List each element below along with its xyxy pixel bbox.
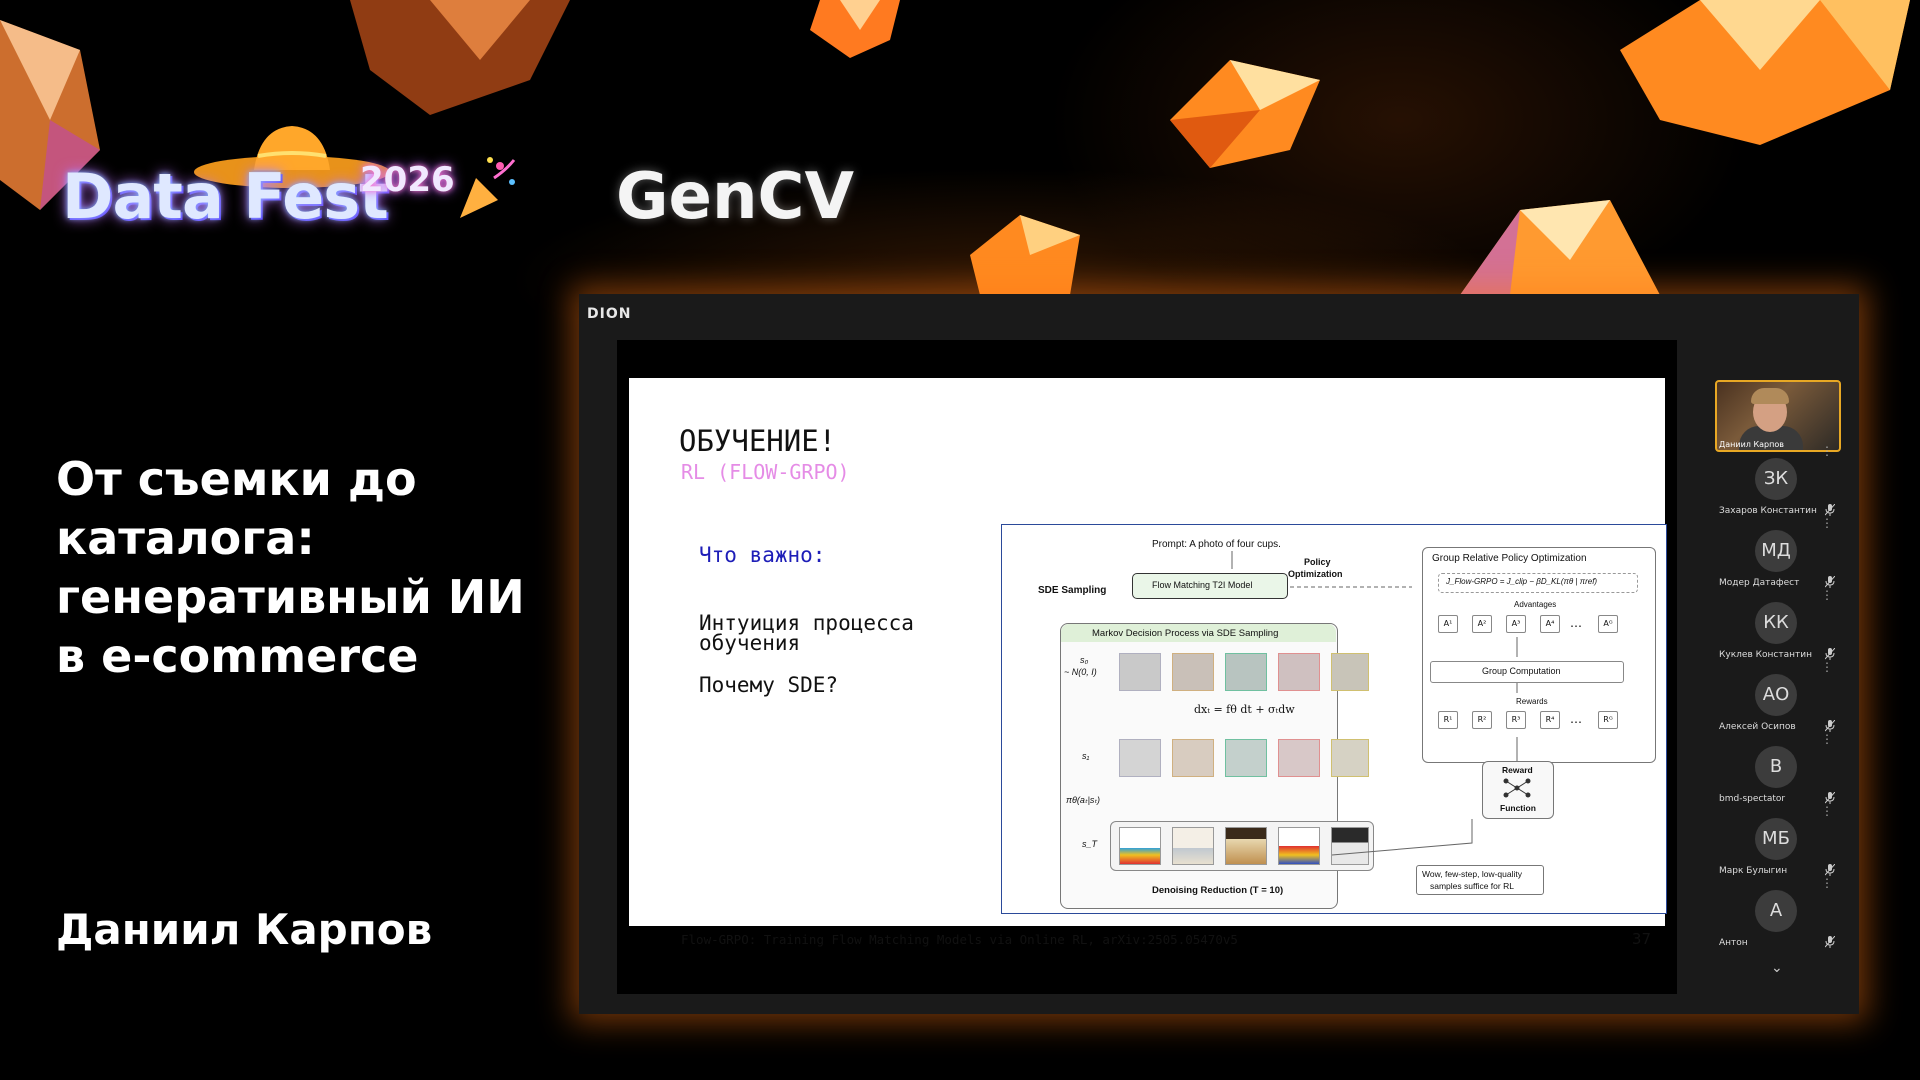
track-name: GenCV [616, 160, 854, 234]
slide-subtitle: RL (FLOW-GRPO) [681, 460, 850, 484]
more-options-icon[interactable]: ⋮ [1821, 732, 1833, 746]
participant-tile[interactable]: ⋮ МД Модер Датафест [1713, 516, 1843, 596]
crystal-decoration-3 [810, 0, 900, 58]
participant-name: Марк Булыгин [1719, 866, 1788, 876]
participant-tile[interactable]: ⋮ КК Куклев Константин [1713, 588, 1843, 668]
more-options-icon[interactable]: ⋮ [1821, 444, 1833, 458]
mic-muted-icon [1825, 720, 1835, 732]
participant-tile[interactable]: ⋮ А Антон [1713, 876, 1843, 956]
more-options-icon[interactable]: ⋮ [1821, 876, 1833, 890]
participant-name: Куклев Константин [1719, 650, 1812, 660]
avatar: КК [1755, 602, 1797, 644]
dion-logo: DION [587, 306, 632, 322]
avatar: В [1755, 746, 1797, 788]
avatar: МБ [1755, 818, 1797, 860]
avatar: А [1755, 890, 1797, 932]
mic-muted-icon [1825, 504, 1835, 516]
crystal-decoration-2 [350, 0, 570, 115]
mic-muted-icon [1825, 864, 1835, 876]
crystal-decoration-7 [1620, 0, 1910, 145]
mic-muted-icon [1825, 936, 1835, 948]
more-options-icon[interactable]: ⋮ [1821, 804, 1833, 818]
mic-muted-icon [1825, 576, 1835, 588]
avatar: ЗК [1755, 458, 1797, 500]
mic-muted-icon [1825, 792, 1835, 804]
participant-tile[interactable]: ⋮ В bmd-spectator [1713, 732, 1843, 812]
fig-connector-arrows [1231, 551, 1518, 856]
more-options-icon[interactable]: ⋮ [1821, 588, 1833, 602]
avatar: МД [1755, 530, 1797, 572]
self-video-name: Даниил Карпов [1719, 440, 1784, 449]
participant-name: bmd-spectator [1719, 794, 1786, 804]
participant-tile[interactable]: ⋮ ЗК Захаров Константин [1713, 444, 1843, 524]
slide-important-label: Что важно: [699, 543, 826, 567]
slide-bullet-2: Почему SDE? [699, 673, 839, 697]
mic-muted-icon [1825, 648, 1835, 660]
slide-page-number: 37 [1631, 930, 1651, 948]
more-options-icon[interactable]: ⋮ [1821, 516, 1833, 530]
data-fest-logo: Data Fest 2026 [62, 120, 532, 240]
slide-bullet-1: Интуиция процесса обучения [699, 611, 914, 655]
presentation-slide: ОБУЧЕНИЕ! RL (FLOW-GRPO) Что важно: Инту… [629, 378, 1667, 948]
participant-tile[interactable]: ⋮ АО Алексей Осипов [1713, 660, 1843, 740]
speaker-hair [1751, 388, 1789, 404]
slide-citation: Flow-GRPO: Training Flow Matching Models… [681, 932, 1238, 947]
participant-name: Захаров Константин [1719, 506, 1817, 516]
flow-grpo-figure: Prompt: A photo of four cups. SDE Sampli… [1001, 524, 1667, 914]
logo-text: Data Fest [62, 160, 389, 233]
crystal-decoration-5 [970, 215, 1080, 295]
slide-title: ОБУЧЕНИЕ! [679, 424, 837, 458]
participant-name: Алексей Осипов [1719, 722, 1796, 732]
speaker-name: Даниил Карпов [56, 905, 433, 954]
participant-tile[interactable]: ⋮ МБ Марк Булыгин [1713, 804, 1843, 884]
avatar: АО [1755, 674, 1797, 716]
conference-window: DION ОБУЧЕНИЕ! RL (FLOW-GRPO) Что важно:… [579, 294, 1859, 1014]
talk-title: От съемки до каталога: генеративный ИИ в… [56, 452, 525, 683]
crystal-decoration-4 [1170, 60, 1320, 168]
party-popper-icon [460, 157, 516, 218]
logo-year: 2026 [360, 160, 455, 200]
participant-name: Модер Датафест [1719, 578, 1800, 588]
participant-name: Антон [1719, 938, 1748, 948]
crystal-decoration-6 [1460, 200, 1660, 295]
chevron-down-icon[interactable]: ⌄ [1771, 960, 1783, 976]
participants-panel: Даниил Карпов ⋮ ЗК Захаров Константин ⋮ … [1713, 380, 1843, 980]
self-video-tile[interactable]: Даниил Карпов [1715, 380, 1841, 452]
more-options-icon[interactable]: ⋮ [1821, 660, 1833, 674]
